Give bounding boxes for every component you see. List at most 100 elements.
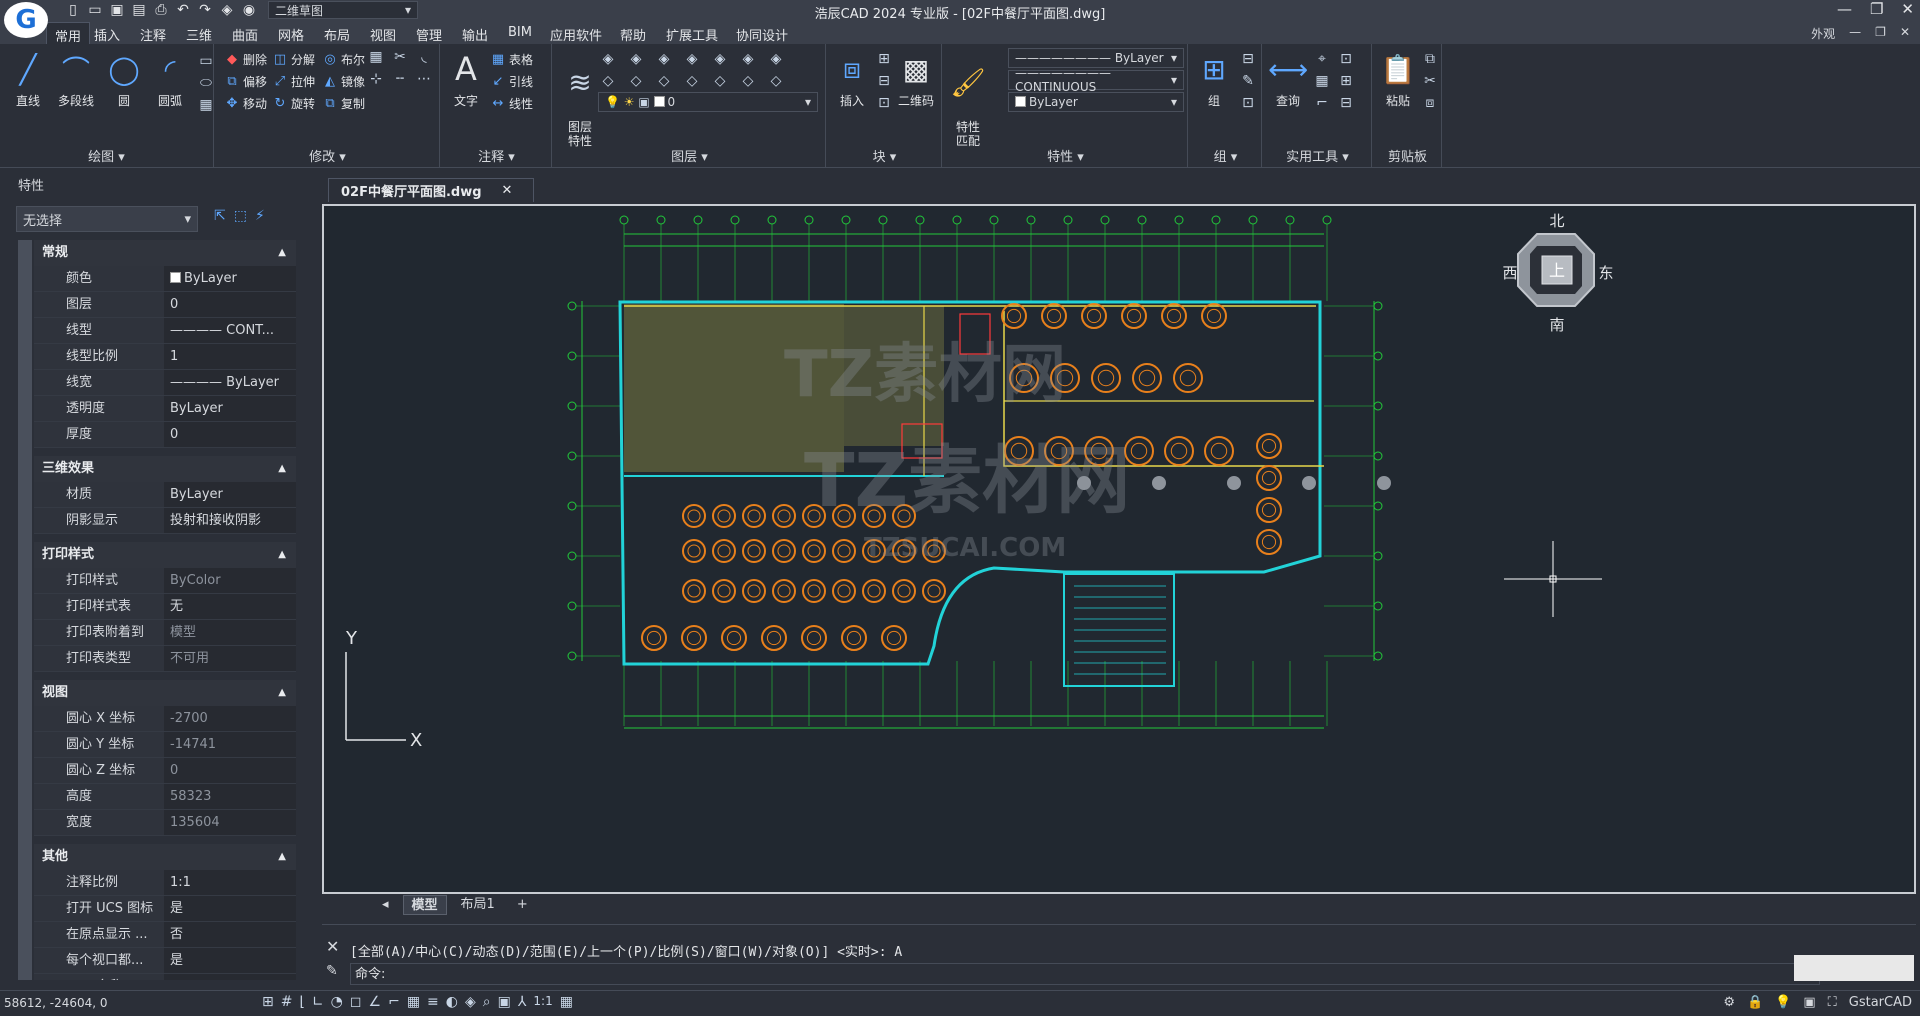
layer-merge-icon[interactable]: ◇ bbox=[766, 72, 786, 90]
pickadd-icon[interactable]: ⇱ bbox=[214, 208, 226, 224]
collapse-icon[interactable]: ▲ bbox=[278, 844, 286, 870]
property-row[interactable]: 颜色 ByLayer bbox=[34, 266, 296, 292]
tab-annotate[interactable]: 注释 bbox=[140, 25, 166, 44]
property-row[interactable]: 圆心 Z 坐标 0 bbox=[34, 758, 296, 784]
boolean-button[interactable]: ◎ 布尔 bbox=[322, 48, 365, 70]
panel-utilities-title[interactable]: 实用工具 ▾ bbox=[1264, 148, 1371, 168]
point-style-icon[interactable]: ⊟ bbox=[1336, 94, 1356, 112]
dynamic-input-icon[interactable]: ▦ bbox=[407, 994, 420, 1010]
property-row[interactable]: 在原点显示 ... 否 bbox=[34, 922, 296, 948]
fullscreen-icon[interactable]: ⛶ bbox=[1828, 995, 1837, 1010]
property-row[interactable]: 透明度 ByLayer bbox=[34, 396, 296, 422]
tab-manage[interactable]: 管理 bbox=[416, 25, 442, 44]
layer-thaw-icon[interactable]: ◇ bbox=[682, 72, 702, 90]
property-value[interactable]: -2700 bbox=[164, 706, 296, 731]
restore-icon[interactable]: ❐ bbox=[1870, 0, 1883, 18]
undo-icon[interactable]: ↶ bbox=[174, 1, 192, 19]
ribbon-restore-icon[interactable]: ❐ bbox=[1875, 25, 1886, 42]
property-row[interactable]: 每个视口都... 是 bbox=[34, 948, 296, 974]
app-logo-icon[interactable]: G bbox=[4, 2, 48, 38]
group-button[interactable]: ⊞ 组 bbox=[1190, 50, 1238, 109]
property-group[interactable]: 三维效果 ▲ bbox=[34, 456, 296, 482]
viewport-icon[interactable]: ▣ bbox=[498, 994, 511, 1010]
join-icon[interactable]: ⋯ bbox=[414, 70, 434, 88]
polyline-button[interactable]: ⌒ 多段线 bbox=[52, 50, 100, 109]
fillet-icon[interactable]: ◟ bbox=[414, 48, 434, 66]
group-edit-icon[interactable]: ✎ bbox=[1238, 72, 1258, 90]
property-value[interactable]: ———— ByLayer bbox=[164, 370, 296, 395]
layer-isolate-icon[interactable]: ◈ bbox=[626, 50, 646, 68]
panel-block-title[interactable]: 块 ▾ bbox=[828, 148, 941, 168]
panel-draw-title[interactable]: 绘图 ▾ bbox=[0, 148, 213, 168]
tab-layout[interactable]: 布局 bbox=[324, 25, 350, 44]
select-all-icon[interactable]: ⊡ bbox=[1336, 50, 1356, 68]
viewcube-south[interactable]: 南 bbox=[1549, 316, 1564, 334]
group-select-icon[interactable]: ⊡ bbox=[1238, 94, 1258, 112]
annotation-scale-icon[interactable]: ⅄ bbox=[518, 994, 527, 1010]
minimize-icon[interactable]: — bbox=[1837, 0, 1852, 18]
cut-icon[interactable]: ✂ bbox=[1420, 72, 1440, 90]
tab-help[interactable]: 帮助 bbox=[620, 25, 646, 44]
panel-clipboard-title[interactable]: 剪贴板 bbox=[1374, 148, 1441, 168]
property-value[interactable]: 1:1 bbox=[164, 870, 296, 895]
property-row[interactable]: 注释比例 1:1 bbox=[34, 870, 296, 896]
selection-select[interactable]: 无选择 ▾ bbox=[16, 206, 198, 232]
qr-code-button[interactable]: ▩ 二维码 bbox=[892, 50, 940, 109]
layer-match-icon[interactable]: ◈ bbox=[738, 50, 758, 68]
panel-group-title[interactable]: 组 ▾ bbox=[1190, 148, 1261, 168]
leader-button[interactable]: ↙ 引线 bbox=[490, 70, 533, 92]
insert-block-button[interactable]: ⧈ 插入 bbox=[828, 50, 876, 109]
panel-annotation-title[interactable]: 注释 ▾ bbox=[442, 148, 551, 168]
linetype-select[interactable]: ———————— CONTINUOUS ▾ bbox=[1008, 66, 1184, 94]
ucs-icon[interactable]: ⌐ bbox=[1312, 94, 1332, 112]
arc-button[interactable]: ◜ 圆弧 bbox=[146, 50, 194, 109]
property-value[interactable]: 模型 bbox=[164, 620, 296, 645]
viewcube[interactable]: 上 北 南 东 西 bbox=[1502, 212, 1613, 334]
grid-icon[interactable]: # bbox=[281, 994, 293, 1010]
add-layout-button[interactable]: + bbox=[509, 895, 536, 915]
close-icon[interactable]: ✕ bbox=[1901, 0, 1914, 18]
save-as-icon[interactable]: ▤ bbox=[130, 1, 148, 19]
property-value[interactable]: 0 bbox=[164, 292, 296, 317]
linear-dimension-button[interactable]: ↔ 线性 bbox=[490, 92, 533, 114]
property-row[interactable]: 打印样式表无 bbox=[34, 594, 296, 620]
explode-button[interactable]: ◫ 分解 bbox=[272, 48, 315, 70]
property-row[interactable]: 线型 ———— CONT... bbox=[34, 318, 296, 344]
lock-icon[interactable]: 🔒 bbox=[1747, 995, 1763, 1010]
erase-button[interactable]: ◆ 删除 bbox=[224, 48, 267, 70]
layer-unlock-icon[interactable]: ◇ bbox=[710, 72, 730, 90]
copy-base-icon[interactable]: ⧈ bbox=[1420, 94, 1440, 112]
property-row[interactable]: 线宽 ———— ByLayer bbox=[34, 370, 296, 396]
property-value[interactable]: 58323 bbox=[164, 784, 296, 809]
lineweight-select[interactable]: ———————— ByLayer ▾ bbox=[1008, 48, 1184, 68]
table-icon[interactable]: ▦ bbox=[560, 994, 573, 1010]
layer-unisolate-icon[interactable]: ◇ bbox=[626, 72, 646, 90]
property-value[interactable]: ByLayer bbox=[164, 266, 296, 291]
property-row[interactable]: 圆心 X 坐标 -2700 bbox=[34, 706, 296, 732]
tab-surface[interactable]: 曲面 bbox=[232, 25, 258, 44]
polar-icon[interactable]: ◔ bbox=[331, 994, 343, 1010]
dyn-ucs-icon[interactable]: ⌐ bbox=[388, 994, 400, 1010]
property-group[interactable]: 打印样式 ▲ bbox=[34, 542, 296, 568]
redo-icon[interactable]: ↷ bbox=[196, 1, 214, 19]
property-row[interactable]: 图层 0 bbox=[34, 292, 296, 318]
text-button[interactable]: A 文字 bbox=[442, 50, 490, 109]
id-point-icon[interactable]: ⌖ bbox=[1312, 50, 1332, 68]
transparency-icon[interactable]: ◐ bbox=[446, 994, 458, 1010]
table-button[interactable]: ▦ 表格 bbox=[490, 48, 533, 70]
property-row[interactable]: 阴影显示 投射和接收阴影 bbox=[34, 508, 296, 534]
grid-snap-icon[interactable]: ⊞ bbox=[262, 994, 274, 1010]
property-value[interactable]: ByLayer bbox=[164, 396, 296, 421]
quick-select-icon[interactable]: ⚡ bbox=[255, 208, 265, 224]
ungroup-icon[interactable]: ⊟ bbox=[1238, 50, 1258, 68]
lineweight-icon[interactable]: ≡ bbox=[427, 994, 439, 1010]
drawing-canvas[interactable]: TZ素材网 TZ素材网 TZSUCAI.COM 上 北 南 东 西 Y X bbox=[322, 204, 1916, 894]
new-file-icon[interactable]: ▯ bbox=[64, 1, 82, 19]
property-value[interactable]: 投射和接收阴影 bbox=[164, 508, 296, 533]
property-value[interactable]: 1 bbox=[164, 344, 296, 369]
layer-on-icon[interactable]: ◇ bbox=[654, 72, 674, 90]
close-icon[interactable]: ✕ bbox=[326, 937, 339, 956]
property-value[interactable]: 是 bbox=[164, 896, 296, 921]
offset-button[interactable]: ⧉ 偏移 bbox=[224, 70, 267, 92]
tab-home[interactable]: 常用 bbox=[46, 22, 91, 45]
